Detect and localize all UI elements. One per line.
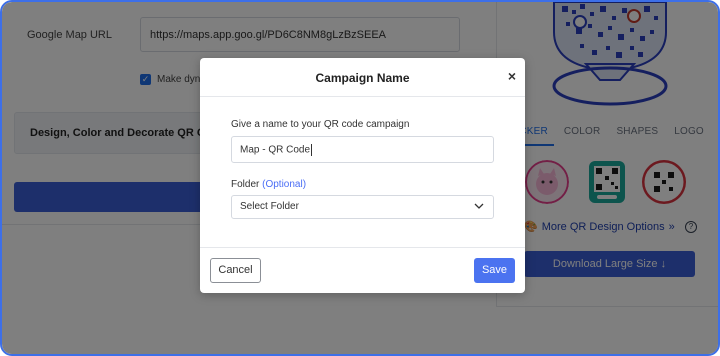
text-cursor	[311, 144, 313, 156]
dialog-header: Campaign Name ×	[200, 58, 525, 97]
folder-select[interactable]: Select Folder	[231, 195, 494, 219]
save-button[interactable]: Save	[474, 258, 515, 283]
campaign-name-input[interactable]: Map - QR Code	[231, 136, 494, 163]
chevron-down-icon	[474, 203, 484, 209]
folder-select-value: Select Folder	[240, 201, 299, 212]
campaign-name-label: Give a name to your QR code campaign	[231, 119, 410, 130]
campaign-name-value: Map - QR Code	[240, 144, 311, 156]
dialog-title: Campaign Name	[315, 71, 410, 85]
folder-optional-hint: (Optional)	[262, 179, 307, 190]
folder-label: Folder (Optional)	[231, 179, 306, 190]
close-icon[interactable]: ×	[508, 68, 516, 84]
app-frame: Google Map URL https://maps.app.goo.gl/P…	[0, 0, 720, 356]
dialog-footer-divider	[200, 247, 525, 248]
cancel-button[interactable]: Cancel	[210, 258, 261, 283]
folder-label-text: Folder	[231, 179, 260, 190]
campaign-name-dialog: Campaign Name × Give a name to your QR c…	[200, 58, 525, 293]
